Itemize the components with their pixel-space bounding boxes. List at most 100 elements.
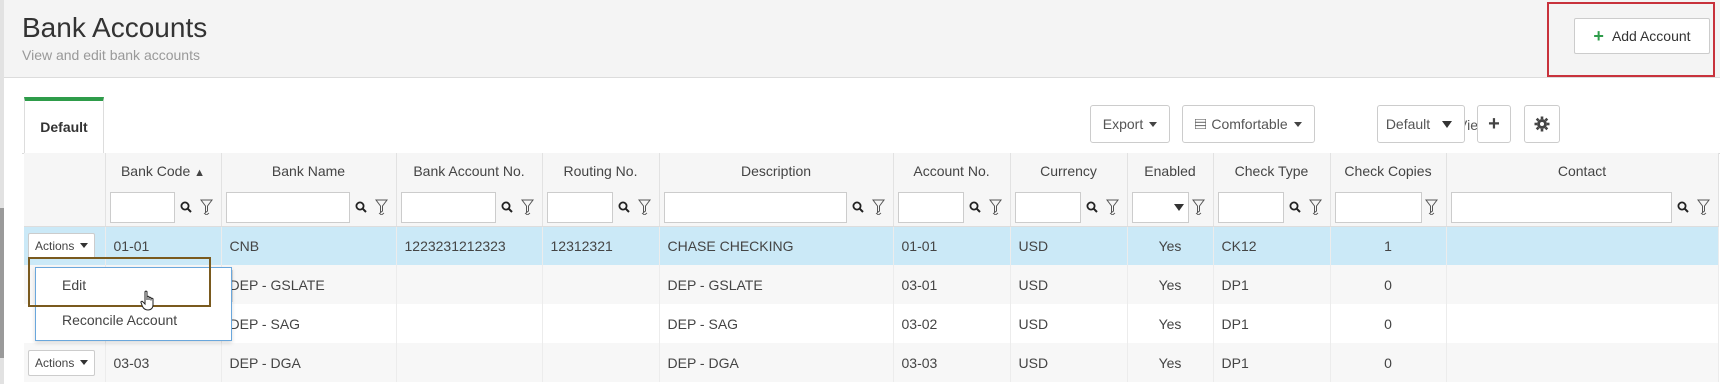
filter-input[interactable] <box>400 191 496 223</box>
column-header-bank-account-no[interactable]: Bank Account No. <box>396 153 543 189</box>
column-header-contact[interactable]: Contact <box>1446 153 1719 189</box>
density-button[interactable]: Comfortable <box>1182 105 1315 143</box>
table-row[interactable]: DEP - GSLATE DEP - GSLATE 03-01 USD Yes … <box>24 265 1719 304</box>
actions-label: Actions <box>35 355 75 370</box>
plus-icon: + <box>1488 113 1500 135</box>
filter-icon[interactable] <box>1422 199 1442 216</box>
column-label: Bank Code <box>120 163 191 179</box>
contact-cell <box>1446 226 1719 265</box>
filter-icon[interactable] <box>197 199 217 216</box>
filter-input[interactable] <box>1334 191 1422 223</box>
enabled-cell: Yes <box>1127 343 1214 382</box>
chevron-down-icon <box>1149 121 1158 127</box>
search-icon[interactable] <box>1081 201 1103 213</box>
table-row[interactable]: DEP - SAG DEP - SAG 03-02 USD Yes DP1 0 <box>24 304 1719 343</box>
routing-no-cell: 12312321 <box>542 226 660 265</box>
account-no-cell[interactable]: 01-01 <box>893 226 1011 265</box>
filter-select[interactable] <box>1131 191 1189 223</box>
menu-item-reconcile-account[interactable]: Reconcile Account <box>36 303 231 338</box>
page-title: Bank Accounts <box>22 12 208 43</box>
bank-account-no-cell[interactable] <box>396 304 543 343</box>
bank-code-cell[interactable]: 01-01 <box>105 226 222 265</box>
bank-account-no-cell[interactable] <box>396 265 543 304</box>
filter-icon[interactable] <box>518 199 538 216</box>
actions-dropdown-menu: Edit Reconcile Account <box>35 267 232 341</box>
filter-input[interactable] <box>1217 191 1284 223</box>
column-header-description[interactable]: Description <box>659 153 894 189</box>
chevron-down-icon <box>80 360 89 365</box>
actions-label: Actions <box>35 238 75 253</box>
search-icon[interactable] <box>496 201 518 213</box>
bank-name-cell: CNB <box>221 226 397 265</box>
view-select[interactable]: Default <box>1377 105 1465 143</box>
search-icon[interactable] <box>613 201 635 213</box>
search-icon[interactable] <box>175 201 197 213</box>
actions-cell: Actions <box>24 226 106 265</box>
check-type-cell: DP1 <box>1213 304 1331 343</box>
filter-icon[interactable] <box>635 199 655 216</box>
actions-button[interactable]: Actions <box>28 232 96 259</box>
column-header-currency[interactable]: Currency <box>1010 153 1128 189</box>
filter-input[interactable] <box>897 191 964 223</box>
table-row[interactable]: Actions 03-03 DEP - DGA DEP - DGA 03-03 … <box>24 343 1719 382</box>
add-account-button[interactable]: + Add Account <box>1574 18 1710 54</box>
filter-input[interactable] <box>1450 191 1672 223</box>
column-header-check-type[interactable]: Check Type <box>1213 153 1331 189</box>
filter-icon[interactable] <box>372 199 392 216</box>
bank-code-cell[interactable]: 03-03 <box>105 343 222 382</box>
actions-button[interactable]: Actions <box>28 349 96 376</box>
contact-cell <box>1446 343 1719 382</box>
filter-input[interactable] <box>109 191 175 223</box>
filter-description <box>659 189 894 227</box>
page-header: Bank Accounts View and edit bank account… <box>4 0 1720 78</box>
column-header-account-no[interactable]: Account No. <box>893 153 1011 189</box>
filter-check-type <box>1213 189 1331 227</box>
filter-cell-actions <box>24 189 106 227</box>
bank-name-cell: DEP - DGA <box>221 343 397 382</box>
account-no-cell[interactable]: 03-01 <box>893 265 1011 304</box>
filter-icon[interactable] <box>1306 199 1326 216</box>
filter-input[interactable] <box>1014 191 1081 223</box>
routing-no-cell <box>542 304 660 343</box>
filter-input[interactable] <box>663 191 847 223</box>
filter-icon[interactable] <box>986 199 1006 216</box>
enabled-cell: Yes <box>1127 304 1214 343</box>
tab-default[interactable]: Default <box>24 97 104 153</box>
bank-accounts-grid: Bank Code ▲ Bank Name Bank Account No. R… <box>24 153 1719 382</box>
search-icon[interactable] <box>964 201 986 213</box>
routing-no-cell <box>542 265 660 304</box>
filter-bank-account-no <box>396 189 543 227</box>
table-row[interactable]: Actions 01-01 CNB 1223231212323 12312321… <box>24 226 1719 265</box>
add-view-button[interactable]: + <box>1477 105 1511 143</box>
check-type-cell: DP1 <box>1213 343 1331 382</box>
column-header-routing-no[interactable]: Routing No. <box>542 153 660 189</box>
filter-icon[interactable] <box>1103 199 1123 216</box>
filter-icon[interactable] <box>1189 199 1209 216</box>
menu-item-edit[interactable]: Edit <box>36 268 231 303</box>
bank-account-no-cell[interactable] <box>396 343 543 382</box>
description-cell: CHASE CHECKING <box>659 226 894 265</box>
bank-account-no-cell[interactable]: 1223231212323 <box>396 226 543 265</box>
enabled-cell: Yes <box>1127 265 1214 304</box>
filter-input[interactable] <box>225 191 350 223</box>
search-icon[interactable] <box>1284 201 1306 213</box>
search-icon[interactable] <box>350 201 372 213</box>
column-header-bank-name[interactable]: Bank Name <box>221 153 397 189</box>
settings-button[interactable] <box>1524 105 1560 143</box>
filter-input[interactable] <box>546 191 613 223</box>
filter-icon[interactable] <box>869 199 889 216</box>
filter-currency <box>1010 189 1128 227</box>
account-no-cell[interactable]: 03-02 <box>893 304 1011 343</box>
search-icon[interactable] <box>1672 201 1694 213</box>
column-header-check-copies[interactable]: Check Copies <box>1330 153 1447 189</box>
filter-icon[interactable] <box>1694 199 1714 216</box>
sort-asc-icon: ▲ <box>194 167 206 179</box>
gear-icon <box>1534 116 1550 132</box>
view-select-value: Default <box>1385 116 1431 132</box>
search-icon[interactable] <box>847 201 869 213</box>
export-button[interactable]: Export <box>1090 105 1170 143</box>
account-no-cell[interactable]: 03-03 <box>893 343 1011 382</box>
column-header-bank-code[interactable]: Bank Code ▲ <box>105 153 222 189</box>
column-header-enabled[interactable]: Enabled <box>1127 153 1214 189</box>
plus-icon: + <box>1593 26 1604 46</box>
